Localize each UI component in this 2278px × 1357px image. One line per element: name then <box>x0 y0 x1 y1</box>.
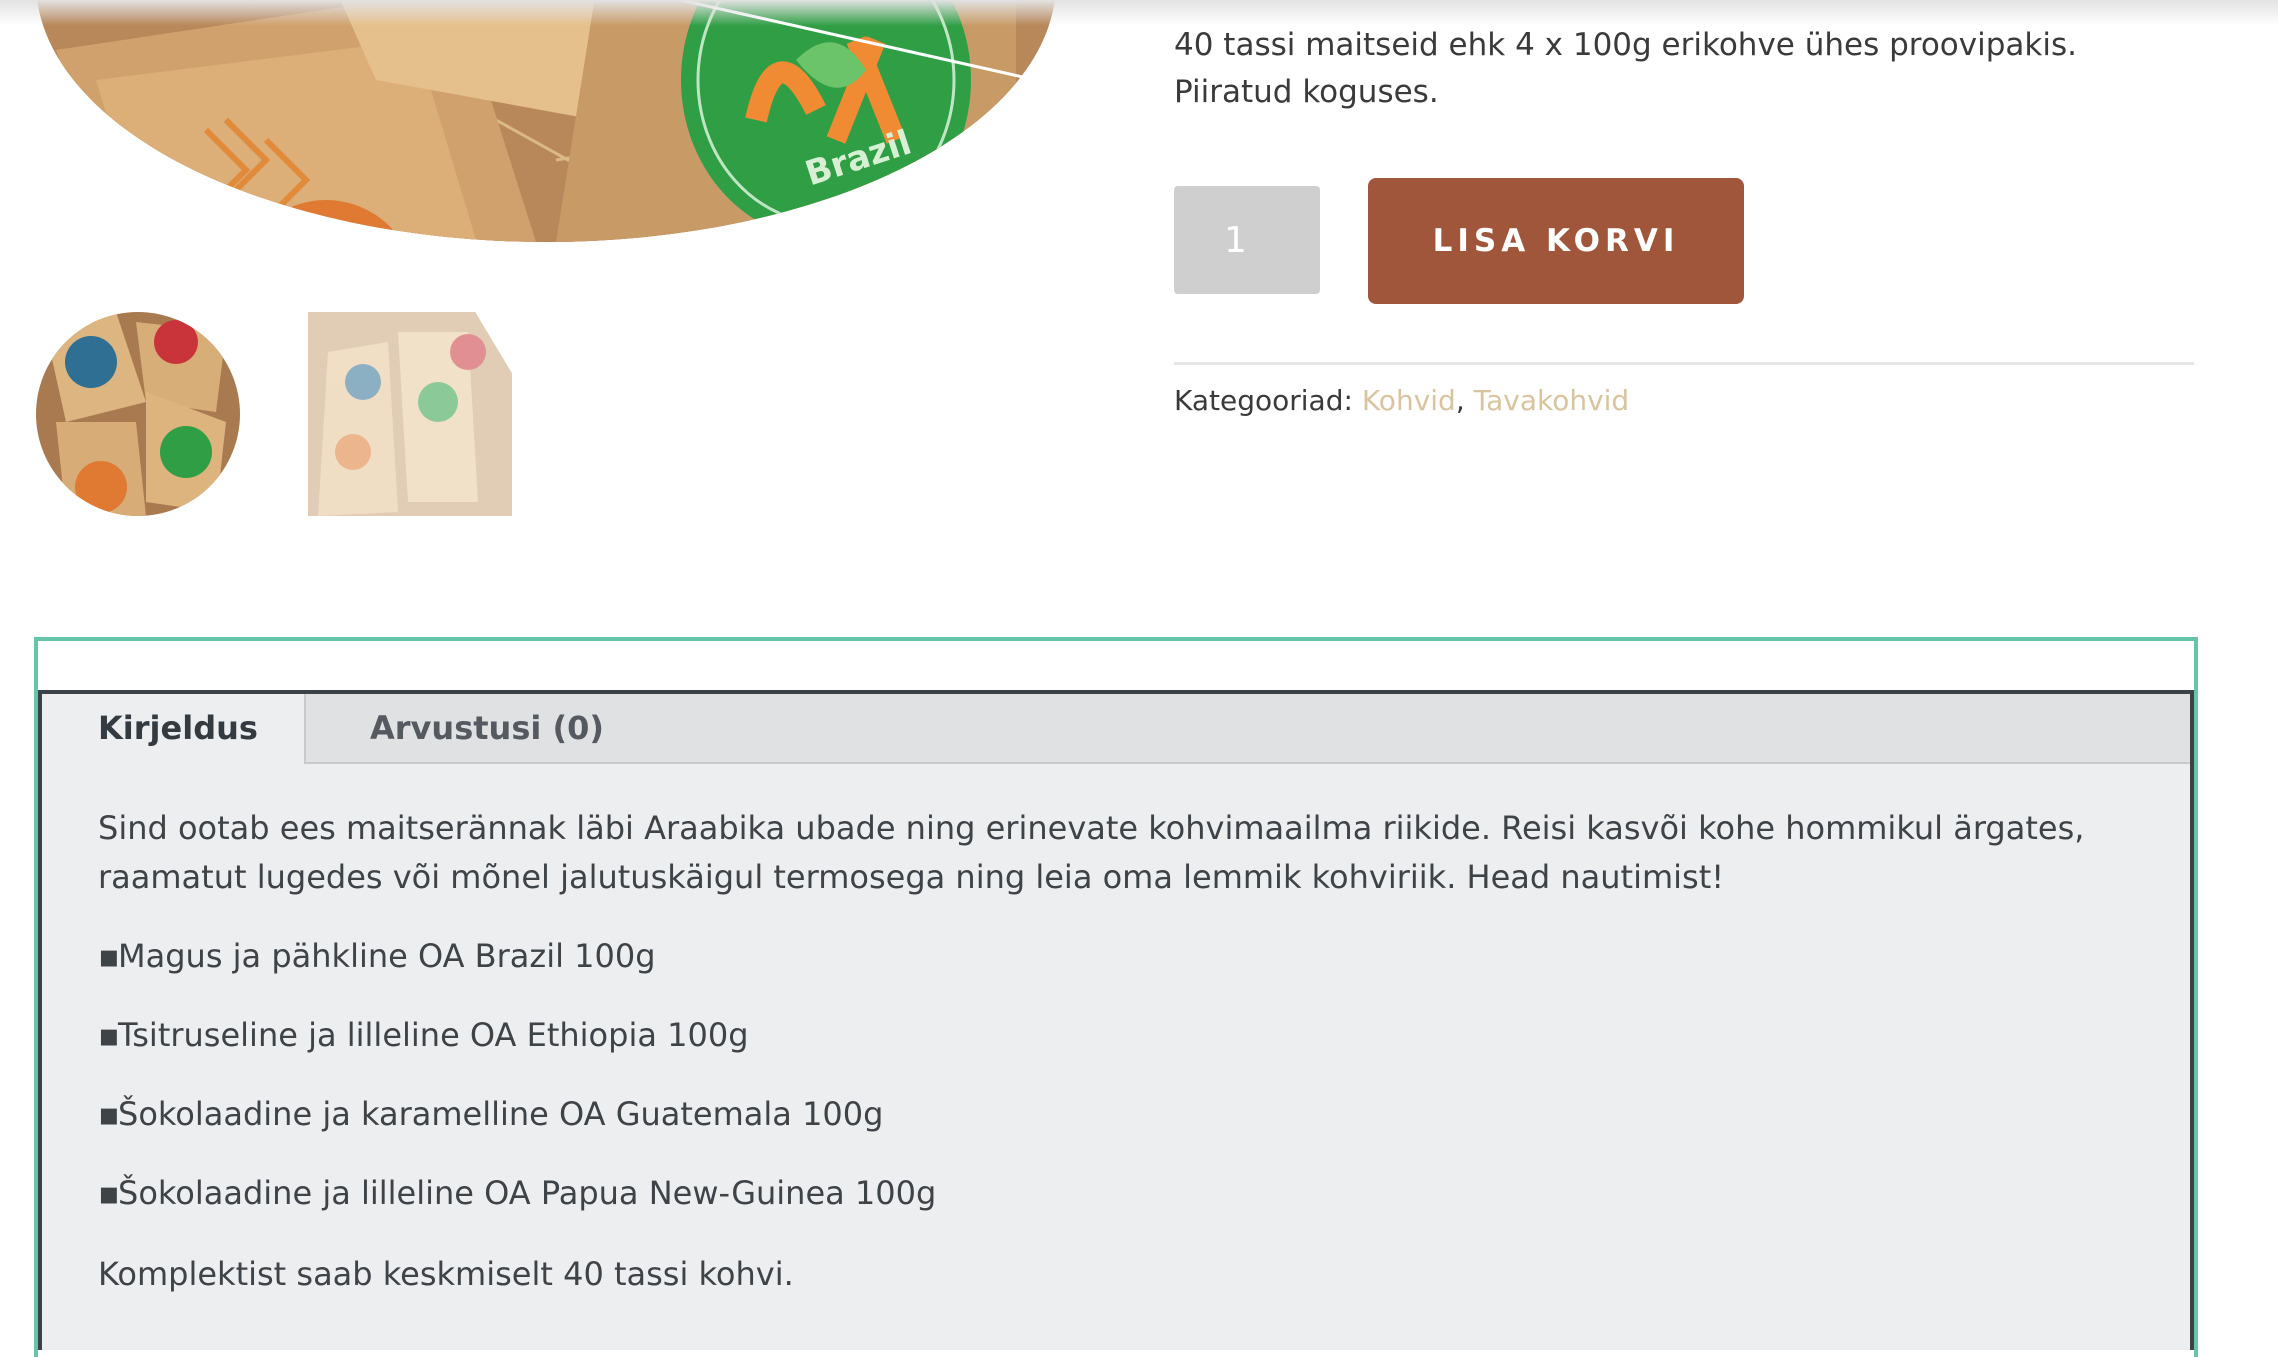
top-shadow <box>0 0 2278 26</box>
coffee-bags-thumbnail <box>36 312 240 516</box>
gallery-thumbnail-1[interactable] <box>36 312 240 516</box>
tab-reviews[interactable]: Arvustusi (0) <box>308 694 604 762</box>
short-description-line: Piiratud koguses. <box>1174 74 1439 110</box>
list-item: ▪ Šokolaadine ja lilleline OA Papua New-G… <box>98 1169 2138 1218</box>
tab-description[interactable]: Kirjeldus <box>42 694 306 764</box>
list-item-text: Šokolaadine ja lilleline OA Papua New-Gu… <box>118 1174 937 1212</box>
product-short-description: 40 tassi maitseid ehk 4 x 100g erikohve … <box>1174 22 2214 116</box>
list-item: ▪ Šokolaadine ja karamelline OA Guatemala… <box>98 1090 2138 1139</box>
list-item-text: Tsitruseline ja lilleline OA Ethiopia 10… <box>118 1016 749 1054</box>
bullet: ▪ <box>98 1174 120 1212</box>
category-separator: , <box>1455 384 1465 417</box>
coffee-bags-thumbnail-2 <box>308 312 512 516</box>
coffee-package-illustration: Brazil <box>36 0 1056 242</box>
category-link-tavakohvid[interactable]: Tavakohvid <box>1474 384 1630 417</box>
short-description-line: 40 tassi maitseid ehk 4 x 100g erikohve … <box>1174 27 2077 63</box>
category-link-kohvid[interactable]: Kohvid <box>1362 384 1456 417</box>
list-item-text: Magus ja pähkline OA Brazil 100g <box>118 937 656 975</box>
bullet: ▪ <box>98 1016 120 1054</box>
product-tabs: Kirjeldus Arvustusi (0) Sind ootab ees m… <box>38 690 2194 1350</box>
categories-label: Kategooriad: <box>1174 384 1353 417</box>
product-main-image[interactable]: Brazil <box>36 0 1056 242</box>
add-to-cart-button[interactable]: LISA KORVI <box>1368 178 1744 304</box>
gallery-thumbnail-2[interactable] <box>308 312 512 516</box>
list-item: ▪ Tsitruseline ja lilleline OA Ethiopia 1… <box>98 1011 2138 1060</box>
list-item-text: Šokolaadine ja karamelline OA Guatemala … <box>118 1095 884 1133</box>
divider <box>1174 362 2194 365</box>
description-intro: Sind ootab ees maitserännak läbi Araabik… <box>98 809 2085 896</box>
description-summary: Komplektist saab keskmiselt 40 tassi koh… <box>98 1255 794 1293</box>
bullet: ▪ <box>98 937 120 975</box>
quantity-input[interactable] <box>1174 186 1320 294</box>
bullet: ▪ <box>98 1095 120 1133</box>
tab-strip: Kirjeldus Arvustusi (0) <box>42 694 2190 764</box>
list-item: ▪ Magus ja pähkline OA Brazil 100g <box>98 932 2138 981</box>
description-content: Sind ootab ees maitserännak läbi Araabik… <box>98 804 2138 1299</box>
product-categories: Kategooriad: Kohvid, Tavakohvid <box>1174 382 1629 420</box>
